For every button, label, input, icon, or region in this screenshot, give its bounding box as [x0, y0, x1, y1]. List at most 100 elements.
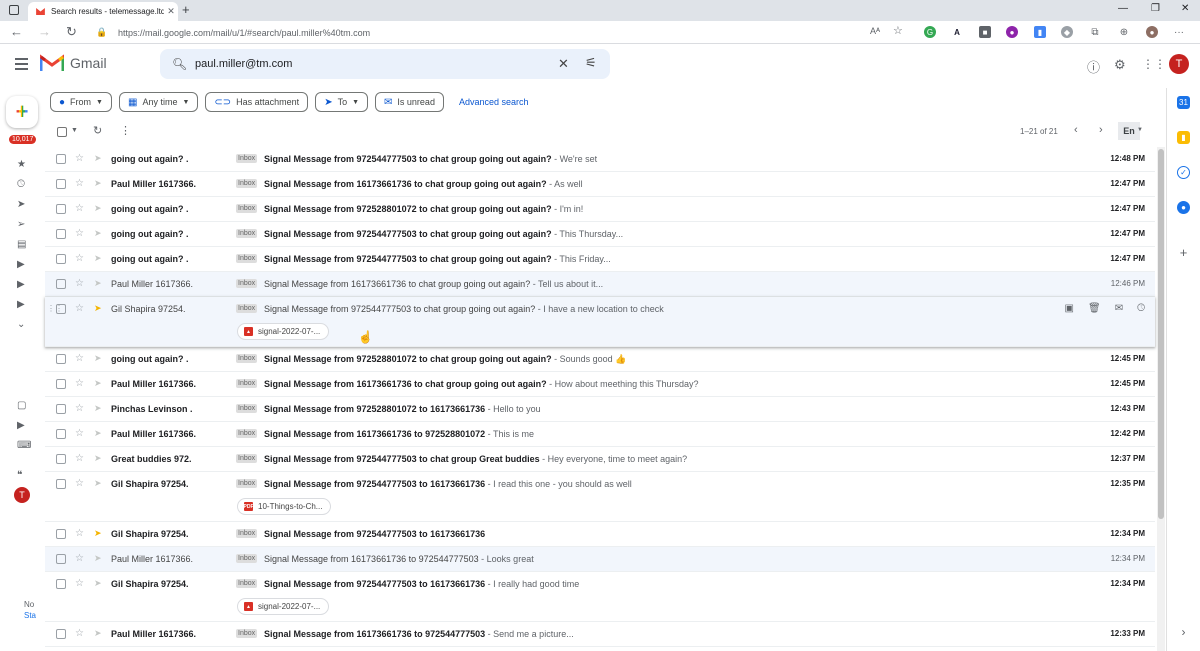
- extension-a-icon[interactable]: A: [951, 26, 963, 38]
- star-icon[interactable]: ☆: [75, 553, 84, 564]
- important-marker-icon[interactable]: ➤: [94, 403, 102, 414]
- label-icon[interactable]: ▶: [17, 299, 25, 310]
- advanced-search-link[interactable]: Advanced search: [459, 97, 529, 107]
- important-marker-icon[interactable]: ➤: [94, 353, 102, 364]
- mail-row[interactable]: ☆ ➤ going out again? . Inbox Signal Message …: [45, 222, 1155, 247]
- mail-row[interactable]: ☆ ➤ Paul Miller 1617366. Inbox Signal Messag…: [45, 172, 1155, 197]
- row-checkbox[interactable]: [56, 154, 66, 164]
- row-checkbox[interactable]: [56, 229, 66, 239]
- chip-to[interactable]: ➤ To ▼: [315, 92, 369, 112]
- label-icon[interactable]: ▶: [17, 259, 25, 270]
- star-icon[interactable]: ☆: [75, 628, 84, 639]
- row-checkbox[interactable]: [56, 629, 66, 639]
- row-checkbox[interactable]: [56, 579, 66, 589]
- important-marker-icon[interactable]: ➤: [94, 428, 102, 439]
- important-marker-icon[interactable]: ➤: [94, 178, 102, 189]
- tab-close-icon[interactable]: ✕: [164, 6, 178, 17]
- mail-row[interactable]: ☆ ➤ Great buddies 972. Inbox Signal Message …: [45, 447, 1155, 472]
- video-icon[interactable]: ▶: [17, 420, 25, 431]
- row-checkbox[interactable]: [56, 254, 66, 264]
- language-dropdown-icon[interactable]: ▼: [1137, 127, 1143, 133]
- mark-read-icon[interactable]: ✉: [1115, 303, 1123, 314]
- mail-row[interactable]: ☆ ➤ Gil Shapira 97254. Inbox Signal Message …: [45, 572, 1155, 622]
- keyboard-icon[interactable]: ⌨: [17, 440, 31, 451]
- extension-gray-icon[interactable]: ◆: [1061, 26, 1073, 38]
- row-checkbox[interactable]: [56, 479, 66, 489]
- important-marker-icon[interactable]: ➤: [94, 378, 102, 389]
- more-menu-icon[interactable]: ···: [1173, 26, 1185, 38]
- chat-avatar[interactable]: T: [14, 487, 30, 503]
- compose-button[interactable]: +: [6, 96, 38, 128]
- starred-icon[interactable]: ★: [17, 159, 26, 170]
- inbox-label[interactable]: Inbox: [236, 579, 258, 588]
- star-icon[interactable]: ☆: [75, 528, 84, 539]
- sent-icon[interactable]: ➢: [17, 219, 25, 230]
- star-icon[interactable]: ☆: [75, 478, 84, 489]
- search-bar[interactable]: 🔍︎ ✕ ⚟: [160, 49, 610, 79]
- attachment-chip[interactable]: PDF 10-Things-to-Ch...: [237, 498, 332, 515]
- inbox-label[interactable]: Inbox: [236, 429, 258, 438]
- url-field[interactable]: 🔒 https://mail.google.com/mail/u/1/#sear…: [96, 23, 916, 42]
- keep-app-icon[interactable]: ▮: [1177, 131, 1190, 144]
- meet-icon[interactable]: ▢: [17, 400, 26, 411]
- star-icon[interactable]: ☆: [75, 178, 84, 189]
- expand-panel-icon[interactable]: ›: [1177, 625, 1190, 639]
- clear-search-icon[interactable]: ✕: [558, 56, 569, 72]
- account-avatar[interactable]: T: [1169, 54, 1189, 74]
- inbox-label[interactable]: Inbox: [236, 554, 258, 563]
- inbox-label[interactable]: Inbox: [236, 629, 258, 638]
- star-icon[interactable]: ☆: [75, 403, 84, 414]
- scrollbar[interactable]: [1157, 147, 1165, 651]
- extension-blue-icon[interactable]: ▮: [1034, 26, 1046, 38]
- mail-row[interactable]: ☆ ➤ going out again? . Inbox Signal Message …: [45, 347, 1155, 372]
- collections-icon[interactable]: ⊕: [1118, 26, 1130, 38]
- star-icon[interactable]: ☆: [75, 378, 84, 389]
- star-icon[interactable]: ☆: [75, 303, 84, 314]
- favorite-star-icon[interactable]: ☆: [893, 24, 903, 37]
- chip-any-time[interactable]: ▦ Any time ▼: [118, 92, 199, 112]
- chip-has-attachment[interactable]: ⊂⊃ Has attachment: [205, 92, 309, 112]
- inbox-label[interactable]: Inbox: [236, 204, 258, 213]
- back-icon[interactable]: ←: [10, 24, 23, 39]
- star-icon[interactable]: ☆: [75, 578, 84, 589]
- inbox-label[interactable]: Inbox: [236, 404, 258, 413]
- row-checkbox[interactable]: [56, 529, 66, 539]
- star-icon[interactable]: ☆: [75, 253, 84, 264]
- important-marker-icon[interactable]: ➤: [94, 453, 102, 464]
- attachment-chip[interactable]: ▲ signal-2022-07-...: [237, 323, 330, 340]
- read-aloud-icon[interactable]: Aᴬ: [870, 26, 880, 36]
- row-checkbox[interactable]: [56, 279, 66, 289]
- star-icon[interactable]: ☆: [75, 428, 84, 439]
- important-marker-icon[interactable]: ➤: [94, 628, 102, 639]
- important-marker-icon[interactable]: ➤: [94, 553, 102, 564]
- search-icon[interactable]: 🔍︎: [172, 57, 187, 71]
- row-checkbox[interactable]: [56, 204, 66, 214]
- label-icon[interactable]: ▶: [17, 279, 25, 290]
- inbox-label[interactable]: Inbox: [236, 154, 258, 163]
- inbox-label[interactable]: Inbox: [236, 254, 258, 263]
- select-all-checkbox[interactable]: [57, 127, 67, 137]
- important-marker-icon[interactable]: ➤: [94, 253, 102, 264]
- mail-row[interactable]: ☆ ➤ Paul Miller 1617366. Inbox Signal Messag…: [45, 547, 1155, 572]
- snooze-clock-icon[interactable]: 🕓︎: [1137, 303, 1145, 314]
- inbox-label[interactable]: Inbox: [236, 529, 258, 538]
- new-tab-button[interactable]: +: [182, 2, 190, 17]
- archive-icon[interactable]: ▣: [1065, 303, 1074, 314]
- inbox-label[interactable]: Inbox: [236, 454, 258, 463]
- row-checkbox[interactable]: [56, 354, 66, 364]
- row-checkbox[interactable]: [56, 429, 66, 439]
- extension-purple-icon[interactable]: ●: [1006, 26, 1018, 38]
- star-icon[interactable]: ☆: [75, 203, 84, 214]
- close-window-button[interactable]: ✕: [1181, 3, 1189, 14]
- mail-row[interactable]: ☆ ➤ going out again? . Inbox Signal Message …: [45, 147, 1155, 172]
- mail-row[interactable]: ☆ ➤ Gil Shapira 97254. Inbox Signal Message …: [45, 472, 1155, 522]
- window-menu-icon[interactable]: [9, 5, 19, 15]
- important-marker-icon[interactable]: ➤: [94, 203, 102, 214]
- reload-icon[interactable]: ↻: [66, 24, 77, 40]
- extension-grammarly-icon[interactable]: G: [924, 26, 936, 38]
- more-actions-icon[interactable]: ⋮: [120, 124, 131, 137]
- delete-trash-icon[interactable]: 🗑︎: [1088, 303, 1101, 314]
- mail-row[interactable]: ☆ ➤ Paul Miller 1617366. Inbox Signal Messag…: [45, 272, 1155, 297]
- refresh-icon[interactable]: ↻: [93, 124, 102, 137]
- extensions-puzzle-icon[interactable]: ⧉: [1089, 26, 1101, 38]
